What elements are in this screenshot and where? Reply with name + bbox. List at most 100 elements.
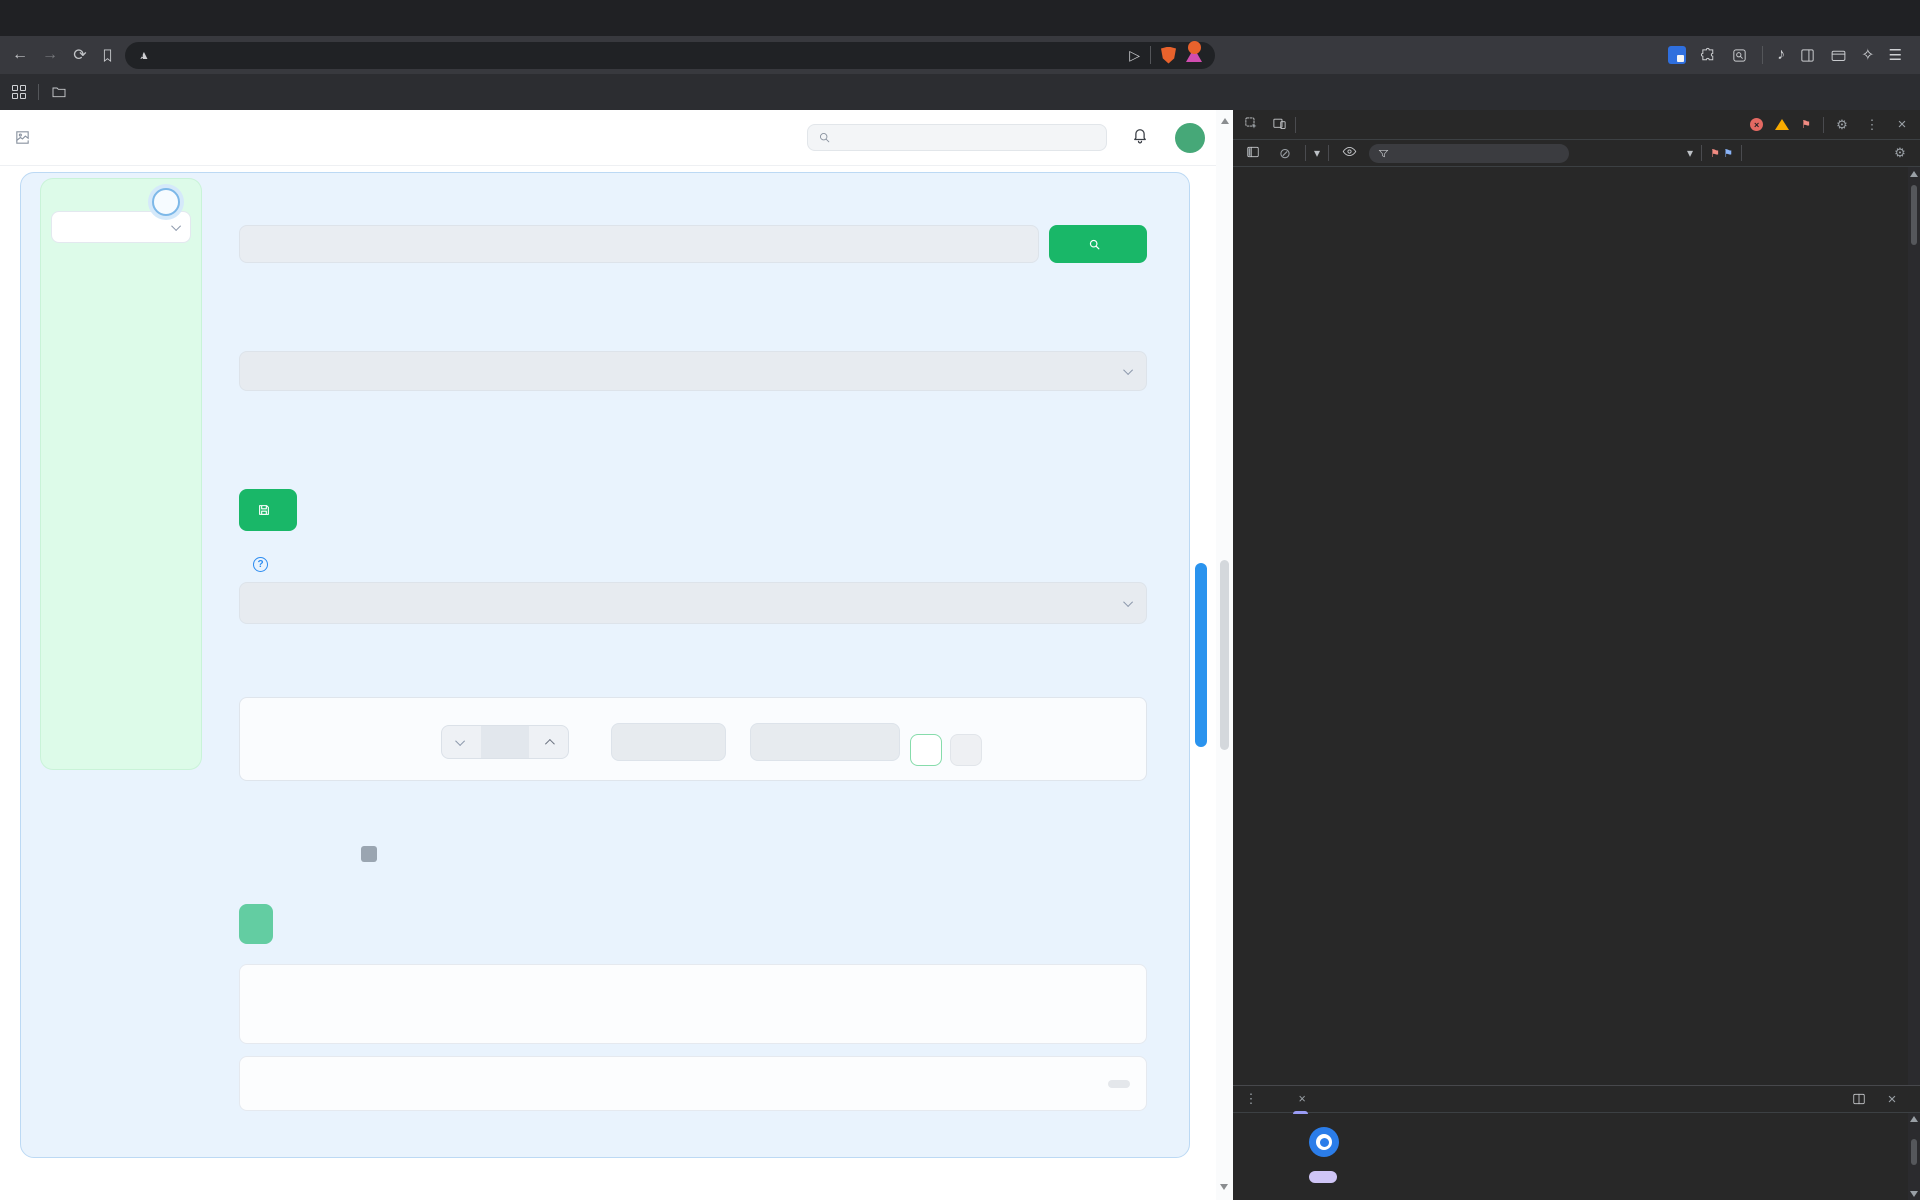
chevron-down-icon <box>171 220 182 231</box>
puzzle-extensions-icon[interactable] <box>1700 47 1717 64</box>
error-icon: × <box>1750 118 1764 131</box>
chrome-logo-icon <box>1309 1127 1339 1157</box>
address-search-button[interactable] <box>1049 225 1147 263</box>
console-scrollbar-thumb[interactable] <box>1911 185 1917 245</box>
sidebar-toggle-icon[interactable] <box>1799 47 1816 64</box>
search-icon <box>1089 239 1099 249</box>
forward-button[interactable]: → <box>40 46 60 64</box>
requires-half-payment-checkbox[interactable] <box>361 846 377 862</box>
whats-new-drawer <box>1233 1113 1920 1200</box>
send-estimate-button[interactable] <box>239 904 273 944</box>
drawer-tab-console[interactable] <box>1267 1084 1283 1114</box>
issues-summary[interactable]: ⚑ ⚑ <box>1710 146 1733 160</box>
discount-input[interactable] <box>750 723 900 761</box>
panel-scrollbar-thumb[interactable] <box>1195 563 1207 747</box>
erp-app: ? <box>0 110 1233 1200</box>
quantity-decrease-button[interactable] <box>442 726 481 758</box>
tab-bar <box>0 0 1920 36</box>
console-context-selector[interactable]: ▾ <box>1314 146 1320 160</box>
project-template-select[interactable] <box>239 582 1147 624</box>
settings-gear-icon[interactable]: ⚙ <box>1830 117 1854 133</box>
scroll-up-arrow[interactable] <box>1220 118 1229 124</box>
browser-chrome: ← → ⟳ ▲! ▷ ♪ ✧ ☰ <box>0 0 1920 110</box>
devtools-close-icon[interactable]: × <box>1890 116 1914 133</box>
brave-rewards-icon[interactable] <box>1186 41 1202 62</box>
chevron-down-icon <box>1123 364 1134 375</box>
see-all-new-features-button[interactable] <box>1309 1171 1337 1183</box>
notifications-bell-icon[interactable] <box>1131 126 1149 149</box>
estimate-panel: ? <box>20 172 1190 1158</box>
search-icon <box>819 132 830 143</box>
back-button[interactable]: ← <box>10 46 30 64</box>
app-header <box>0 110 1233 166</box>
quantity-value[interactable] <box>481 726 529 758</box>
address-bar-row: ← → ⟳ ▲! ▷ ♪ ✧ ☰ <box>0 36 1920 74</box>
search-box-icon[interactable] <box>1731 47 1748 64</box>
media-control-icon[interactable]: ♪ <box>1777 46 1785 64</box>
folder-icon <box>52 87 66 98</box>
drawer-kebab-icon[interactable]: ⋮ <box>1239 1091 1263 1107</box>
console-toolbar: ⊘ ▾ ▾ ⚑ ⚑ ⚙ <box>1233 140 1920 167</box>
menu-hamburger-icon[interactable]: ☰ <box>1889 46 1902 64</box>
estimate-item-row <box>239 697 1147 781</box>
apps-grid-icon[interactable] <box>12 85 26 99</box>
workspace-selector[interactable] <box>51 211 191 243</box>
send-page-icon[interactable]: ▷ <box>1129 47 1140 64</box>
device-toolbar-icon[interactable] <box>1267 116 1291 134</box>
scroll-down-arrow[interactable] <box>1220 1184 1228 1190</box>
console-log <box>1233 167 1920 1085</box>
customer-response-card <box>239 964 1147 1044</box>
command-search-input[interactable] <box>807 124 1107 151</box>
app-logo[interactable] <box>14 129 37 146</box>
warning-icon <box>1775 119 1790 130</box>
kebab-menu-icon[interactable]: ⋮ <box>1860 117 1884 133</box>
bookmark-icon[interactable] <box>100 48 115 63</box>
issues-flag-icon: ⚑ <box>1801 119 1811 131</box>
drawer-expand-icon[interactable] <box>1852 1092 1866 1106</box>
console-scrollbar[interactable] <box>1908 167 1920 1085</box>
page-scrollbar[interactable] <box>1216 110 1233 1200</box>
discount-dollar-toggle[interactable] <box>910 734 942 766</box>
clear-console-icon[interactable]: ⊘ <box>1273 145 1297 162</box>
user-avatar[interactable] <box>1175 122 1205 153</box>
close-icon[interactable]: × <box>1298 1092 1305 1106</box>
password-manager-extension-icon[interactable] <box>1668 46 1687 64</box>
estimate-form: ? <box>239 173 1147 1159</box>
log-levels-dropdown[interactable]: ▾ <box>1687 146 1693 160</box>
save-floppy-icon <box>259 505 269 515</box>
drawer-tab-whats-new[interactable]: × <box>1287 1084 1314 1114</box>
not-secure-warning-icon: ▲! <box>138 48 150 62</box>
drawer-scrollbar[interactable] <box>1908 1113 1920 1200</box>
devtools-panel: × ⚑ ⚙ ⋮ × ⊘ ▾ ▾ ⚑ ⚑ ⚙ ⋮ × × <box>1233 110 1920 1200</box>
address-input[interactable] <box>239 225 1039 263</box>
bookmarks-bar <box>0 74 1920 110</box>
contact-select[interactable] <box>239 351 1147 391</box>
wallet-icon[interactable] <box>1830 47 1847 64</box>
console-filter-input[interactable] <box>1369 143 1570 163</box>
drawer-tab-bar: ⋮ × × <box>1233 1084 1920 1114</box>
eye-live-expression-icon[interactable] <box>1337 144 1361 162</box>
help-question-icon[interactable]: ? <box>253 557 268 572</box>
broken-image-icon <box>16 131 29 144</box>
inspect-element-icon[interactable] <box>1239 116 1263 134</box>
page-scrollbar-thumb[interactable] <box>1220 560 1229 750</box>
reload-button[interactable]: ⟳ <box>70 45 90 65</box>
sidebar <box>41 179 201 769</box>
save-as-template-button[interactable] <box>239 489 297 531</box>
devtools-tab-bar: × ⚑ ⚙ ⋮ × <box>1233 110 1920 140</box>
drawer-close-icon[interactable]: × <box>1880 1091 1904 1108</box>
omnibox[interactable]: ▲! ▷ <box>125 41 1215 69</box>
funnel-icon <box>1378 149 1389 157</box>
quantity-stepper <box>441 725 569 759</box>
leo-ai-sparkle-icon[interactable]: ✧ <box>1861 45 1874 65</box>
project-template-label: ? <box>239 557 268 572</box>
history-events-badge <box>1108 1079 1130 1088</box>
discount-percent-toggle[interactable] <box>950 734 982 766</box>
console-sidebar-icon[interactable] <box>1241 145 1265 162</box>
quantity-increase-button[interactable] <box>529 726 568 758</box>
history-section[interactable] <box>239 1056 1147 1111</box>
rate-input[interactable] <box>611 723 726 761</box>
brave-shields-icon[interactable] <box>1161 46 1176 64</box>
sidebar-collapse-button[interactable] <box>152 188 180 216</box>
console-settings-gear-icon[interactable]: ⚙ <box>1888 145 1912 161</box>
